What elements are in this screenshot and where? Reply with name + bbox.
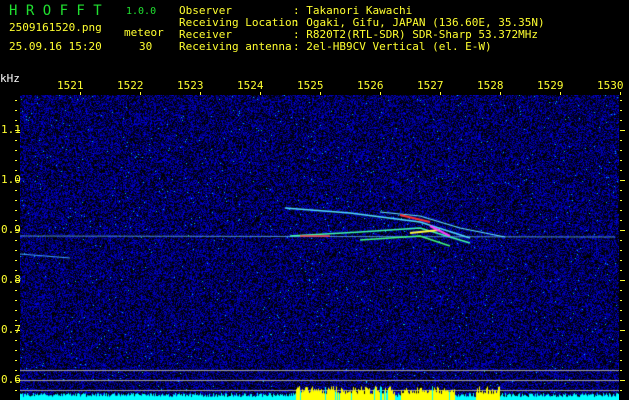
y-tick-mark — [15, 360, 17, 361]
x-tick-mark — [560, 92, 561, 95]
y-tick-mark — [15, 310, 17, 311]
y-tick-mark — [15, 240, 17, 241]
y-tick-mark — [620, 100, 622, 101]
x-tick-mark — [140, 92, 141, 95]
x-tick-mark — [500, 92, 501, 95]
x-tick-mark — [440, 92, 441, 95]
file-name: 2509161520.png — [9, 21, 102, 34]
y-tick-mark — [15, 180, 20, 181]
app-title: H R O F F T — [9, 3, 102, 19]
x-tick-mark — [380, 92, 381, 95]
y-tick-mark — [620, 280, 625, 281]
app-version: 1.0.0 — [126, 6, 157, 17]
meteor-count: 30 — [139, 40, 153, 53]
info-label: Receiving antenna — [179, 40, 292, 53]
y-tick-mark — [620, 290, 622, 291]
x-tick-label: 1522 — [117, 79, 144, 92]
y-tick-mark — [15, 210, 17, 211]
y-tick-mark — [620, 130, 625, 131]
y-tick-mark — [620, 330, 625, 331]
meteor-label: meteor — [124, 26, 164, 39]
y-tick-mark — [15, 150, 17, 151]
y-tick-mark — [15, 200, 17, 201]
y-tick-mark — [15, 120, 17, 121]
y-tick-mark — [15, 250, 17, 251]
y-tick-mark — [620, 200, 622, 201]
x-tick-mark — [80, 92, 81, 95]
y-tick-mark — [15, 260, 17, 261]
y-tick-mark — [620, 360, 622, 361]
y-tick-mark — [620, 190, 622, 191]
y-tick-mark — [15, 320, 17, 321]
y-tick-mark — [620, 120, 622, 121]
y-tick-mark — [620, 140, 622, 141]
y-tick-mark — [15, 170, 17, 171]
x-tick-label: 1521 — [57, 79, 84, 92]
info-value: : 2el-HB9CV Vertical (el. E-W) — [293, 40, 492, 53]
x-tick-label: 1529 — [537, 79, 564, 92]
y-tick-mark — [620, 110, 622, 111]
y-tick-mark — [620, 160, 622, 161]
y-tick-mark — [620, 380, 625, 381]
y-tick-mark — [620, 230, 625, 231]
y-tick-mark — [15, 330, 20, 331]
x-tick-mark — [320, 92, 321, 95]
y-unit-label: kHz — [0, 72, 20, 85]
y-tick-mark — [620, 370, 622, 371]
y-tick-mark — [15, 190, 17, 191]
x-tick-label: 1528 — [477, 79, 504, 92]
y-tick-mark — [15, 350, 17, 351]
y-tick-mark — [15, 340, 17, 341]
y-tick-mark — [620, 220, 622, 221]
x-tick-label: 1526 — [357, 79, 384, 92]
y-tick-mark — [620, 170, 622, 171]
y-tick-mark — [620, 270, 622, 271]
y-tick-mark — [15, 370, 17, 371]
y-tick-mark — [620, 150, 622, 151]
y-tick-mark — [620, 320, 622, 321]
y-tick-mark — [15, 220, 17, 221]
y-tick-mark — [15, 280, 20, 281]
x-tick-label: 1524 — [237, 79, 264, 92]
x-tick-label: 1523 — [177, 79, 204, 92]
spectrogram — [20, 95, 619, 400]
y-tick-mark — [15, 110, 17, 111]
y-tick-mark — [620, 340, 622, 341]
x-tick-label: 1525 — [297, 79, 324, 92]
y-tick-mark — [15, 290, 17, 291]
datetime: 25.09.16 15:20 — [9, 40, 102, 53]
x-tick-mark — [260, 92, 261, 95]
y-tick-mark — [15, 230, 20, 231]
y-tick-mark — [15, 140, 17, 141]
y-tick-mark — [620, 210, 622, 211]
y-tick-mark — [620, 350, 622, 351]
y-tick-mark — [620, 260, 622, 261]
y-tick-mark — [620, 390, 622, 391]
y-tick-mark — [620, 310, 622, 311]
x-tick-mark — [200, 92, 201, 95]
y-tick-mark — [620, 180, 625, 181]
y-tick-mark — [620, 300, 622, 301]
y-tick-mark — [620, 250, 622, 251]
x-tick-mark — [620, 92, 621, 95]
y-tick-mark — [15, 130, 20, 131]
y-tick-mark — [15, 300, 17, 301]
hrofft-window: H R O F F T 1.0.0 2509161520.png meteor … — [0, 0, 629, 400]
y-tick-mark — [15, 390, 17, 391]
x-tick-label: 1530 — [597, 79, 624, 92]
y-tick-mark — [15, 270, 17, 271]
x-tick-label: 1527 — [417, 79, 444, 92]
y-tick-mark — [15, 380, 20, 381]
y-tick-mark — [15, 100, 17, 101]
y-tick-mark — [15, 160, 17, 161]
y-tick-mark — [620, 240, 622, 241]
